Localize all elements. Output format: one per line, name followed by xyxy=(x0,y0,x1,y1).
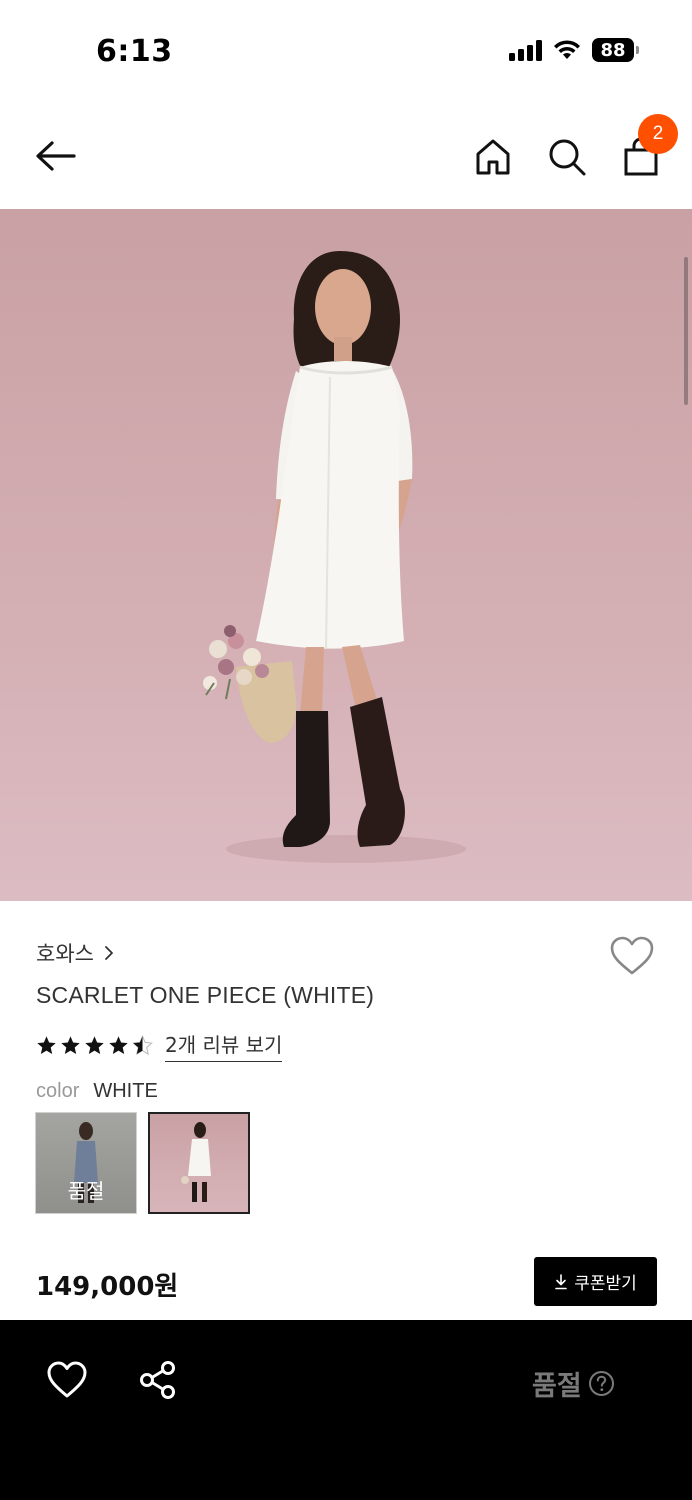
share-icon[interactable] xyxy=(138,1360,178,1400)
star-icon xyxy=(61,1036,80,1054)
soldout-label: 품절 xyxy=(532,1371,582,1402)
color-swatch-white[interactable] xyxy=(148,1112,250,1214)
help-circle-icon[interactable] xyxy=(588,1370,615,1397)
search-icon[interactable] xyxy=(544,134,590,180)
product-name: SCARLET ONE PIECE (WHITE) xyxy=(36,982,375,1008)
wishlist-heart-icon[interactable] xyxy=(608,934,656,978)
rating-row: 2개 리뷰 보기 xyxy=(36,1029,283,1062)
coupon-download-button[interactable]: 쿠폰받기 xyxy=(534,1257,657,1306)
color-swatch-gray[interactable]: 품절 xyxy=(35,1112,137,1214)
back-arrow-icon[interactable] xyxy=(30,136,82,176)
status-bar: 6:13 88 xyxy=(0,0,692,100)
home-icon[interactable] xyxy=(470,134,516,180)
status-icons: 88 xyxy=(509,38,639,62)
swatch-soldout-label: 품절 xyxy=(67,1179,105,1203)
star-half-icon xyxy=(132,1035,153,1056)
product-image[interactable] xyxy=(0,209,692,901)
soldout-status: 품절 xyxy=(532,1364,615,1403)
status-time: 6:13 xyxy=(96,34,173,69)
nav-bar xyxy=(0,100,692,210)
coupon-button-label: 쿠폰받기 xyxy=(574,1274,637,1294)
swatch-thumbnail-white xyxy=(181,1122,211,1202)
chevron-right-icon xyxy=(105,946,113,960)
star-icon xyxy=(85,1036,104,1054)
bottom-action-bar: 품절 xyxy=(0,1320,692,1500)
star-icon xyxy=(37,1036,56,1054)
star-icon xyxy=(109,1036,128,1054)
rating-stars xyxy=(36,1035,153,1056)
color-value: WHITE xyxy=(93,1080,158,1102)
heart-icon[interactable] xyxy=(46,1360,88,1400)
color-row: color WHITE xyxy=(36,1080,158,1103)
brand-name: 호와스 xyxy=(36,942,94,966)
wifi-icon xyxy=(554,40,580,59)
product-photo-illustration xyxy=(203,251,466,863)
review-link[interactable]: 2개 리뷰 보기 xyxy=(165,1029,283,1062)
battery-icon: 88 xyxy=(592,38,639,62)
image-scroll-indicator xyxy=(684,257,688,405)
download-icon xyxy=(555,1273,568,1289)
cart-count-badge: 2 xyxy=(638,114,678,154)
cellular-signal-icon xyxy=(509,39,542,61)
color-label: color xyxy=(36,1080,80,1102)
brand-link[interactable]: 호와스 xyxy=(36,938,116,968)
product-price: 149,000원 xyxy=(36,1272,179,1302)
